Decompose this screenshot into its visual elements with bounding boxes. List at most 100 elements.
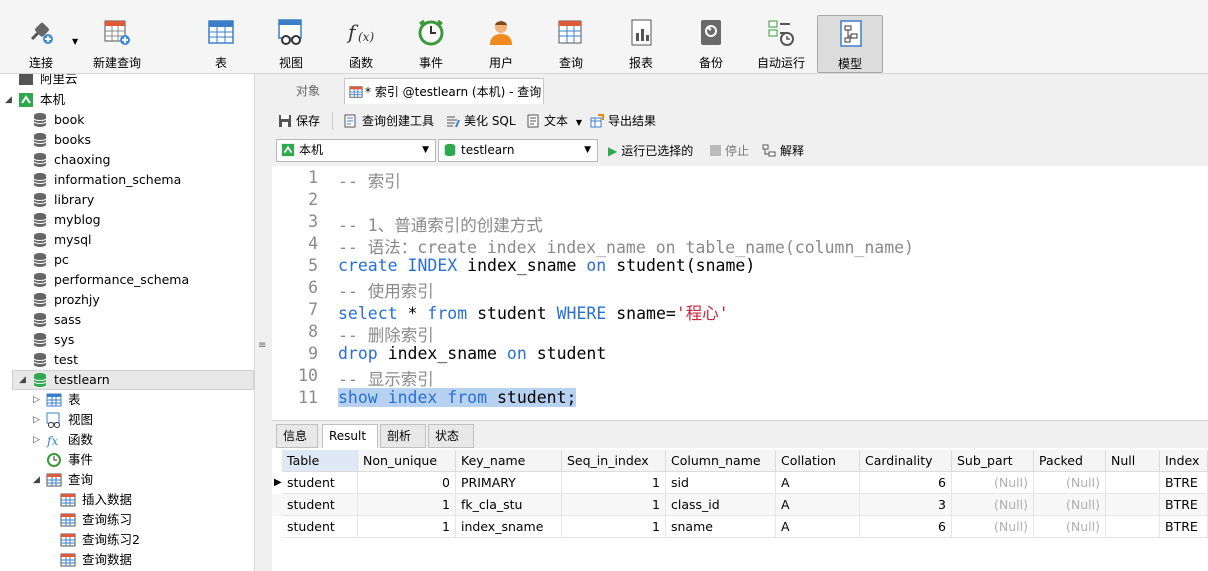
result-tab[interactable]: 信息 [276,424,318,448]
grid-cell[interactable]: student [282,516,358,538]
stop-button[interactable]: 停止 [710,142,749,160]
grid-cell[interactable]: index_sname [456,516,562,538]
grid-cell[interactable]: student [282,494,358,516]
grid-cell[interactable] [1106,472,1160,494]
grid-cell[interactable]: A [776,516,860,538]
grid-cell[interactable]: BTRE [1160,472,1208,494]
grid-cell[interactable]: 3 [860,494,952,516]
grid-cell[interactable]: (Null) [1034,472,1106,494]
expand-triangle-icon[interactable]: ▷ [33,390,40,410]
tree-node-database[interactable]: information_schema [0,170,254,190]
grid-column-header[interactable]: Collation [776,450,860,472]
connect-dropdown-icon[interactable]: ▼ [72,37,78,46]
grid-cell[interactable]: 6 [860,516,952,538]
tree-node-saved-query[interactable]: 查询数据 [0,550,254,570]
grid-column-header[interactable]: Packed [1034,450,1106,472]
collapse-triangle-icon[interactable]: ◢ [33,470,40,490]
grid-column-header[interactable]: Column_name [666,450,776,472]
grid-cell[interactable]: BTRE [1160,494,1208,516]
grid-cell[interactable]: 6 [860,472,952,494]
tree-node-database[interactable]: myblog [0,210,254,230]
grid-cell[interactable] [1106,494,1160,516]
export-results-button[interactable]: 导出结果 [590,112,656,130]
query-button[interactable]: 查询 [538,7,604,73]
result-grid[interactable]: Table Non_unique Key_name Seq_in_index Colum… [272,448,1208,571]
report-button[interactable]: 报表 [608,7,674,73]
result-tab[interactable]: Result 1 [322,424,378,465]
tree-node-database[interactable]: book [0,110,254,130]
grid-cell[interactable] [1106,516,1160,538]
view-button[interactable]: 视图 [258,7,324,73]
sql-editor[interactable]: -- 索引 -- 1、普通索引的创建方式 -- 语法：create index … [272,166,1208,420]
tab-objects[interactable]: 对象 [274,78,342,104]
tree-node-database[interactable]: library [0,190,254,210]
tree-node-database[interactable]: test [0,350,254,370]
tree-node-database[interactable]: performance_schema [0,270,254,290]
result-tab[interactable]: 剖析 [380,424,426,448]
tree-node-testlearn[interactable]: ◢ testlearn [0,370,254,390]
tree-node-database[interactable]: chaoxing [0,150,254,170]
grid-cell[interactable]: (Null) [1034,516,1106,538]
grid-cell[interactable]: A [776,494,860,516]
grid-cell[interactable]: 1 [358,494,456,516]
grid-cell[interactable]: (Null) [952,494,1034,516]
automation-button[interactable]: 自动运行 [748,7,814,73]
explain-button[interactable]: 解释 [762,142,804,160]
run-selected-button[interactable]: ▶ 运行已选择的 [608,142,693,160]
grid-column-header[interactable]: Table [282,450,358,472]
connect-button[interactable]: 连接 [8,7,74,73]
tree-node-database[interactable]: sys [0,330,254,350]
tree-node-saved-query[interactable]: 插入数据 [0,490,254,510]
backup-button[interactable]: 备份 [678,7,744,73]
grid-cell[interactable]: 1 [562,472,666,494]
grid-column-header[interactable]: Key_name [456,450,562,472]
tree-node-database[interactable]: sass [0,310,254,330]
text-button[interactable]: 文本 ▼ [526,112,582,130]
grid-column-header[interactable]: Non_unique [358,450,456,472]
tree-node-queries[interactable]: ◢ 查询 [0,470,254,490]
grid-cell[interactable]: (Null) [1034,494,1106,516]
tree-node-database[interactable]: books [0,130,254,150]
grid-cell[interactable]: fk_cla_stu [456,494,562,516]
grid-cell[interactable]: (Null) [952,472,1034,494]
tree-node-database[interactable]: prozhjy [0,290,254,310]
grid-cell[interactable]: 1 [562,516,666,538]
expand-triangle-icon[interactable]: ▷ [33,430,40,450]
grid-cell[interactable]: BTRE [1160,516,1208,538]
user-button[interactable]: 用户 [468,7,534,73]
grid-cell[interactable]: 0 [358,472,456,494]
grid-cell[interactable]: A [776,472,860,494]
grid-cell[interactable]: 1 [358,516,456,538]
grid-cell[interactable]: class_id [666,494,776,516]
tab-query[interactable]: * 索引 @testlearn (本机) - 查询 [344,78,544,104]
grid-column-header[interactable]: Null [1106,450,1160,472]
tree-node-events[interactable]: 事件 [0,450,254,470]
tree-node-connection[interactable]: ◢ 本机 [0,90,254,110]
grid-column-header[interactable]: Seq_in_index [562,450,666,472]
tree-node-database[interactable]: pc [0,250,254,270]
grid-cell[interactable]: (Null) [952,516,1034,538]
function-button[interactable]: f (x) 函数 [328,7,394,73]
grid-cell[interactable]: 1 [562,494,666,516]
chevron-down-icon[interactable]: ▼ [576,118,582,127]
grid-cell[interactable]: student [282,472,358,494]
grid-column-header[interactable]: Cardinality [860,450,952,472]
table-button[interactable]: 表 [188,7,254,73]
splitter-grip-icon[interactable]: ≡ [258,340,266,351]
tree-splitter[interactable]: ≡ [254,74,272,571]
grid-cell[interactable]: sname [666,516,776,538]
tree-node-saved-query[interactable]: 查询练习2 [0,530,254,550]
tree-node-tables[interactable]: ▷ 表 [0,390,254,410]
tree-node-views[interactable]: ▷ 视图 [0,410,254,430]
collapse-triangle-icon[interactable]: ◢ [5,90,12,110]
save-button[interactable]: 保存 [278,112,320,130]
tree-node-aliyun[interactable]: 阿里云 [0,74,254,89]
grid-column-header[interactable]: Sub_part [952,450,1034,472]
connection-select[interactable]: 本机 ▼ [276,139,436,162]
model-button[interactable]: 模型 [817,15,883,73]
expand-triangle-icon[interactable]: ▷ [33,410,40,430]
grid-cell[interactable]: PRIMARY [456,472,562,494]
collapse-triangle-icon[interactable]: ◢ [19,370,26,390]
result-tab[interactable]: 状态 [428,424,474,448]
grid-column-header[interactable]: Index [1160,450,1208,472]
